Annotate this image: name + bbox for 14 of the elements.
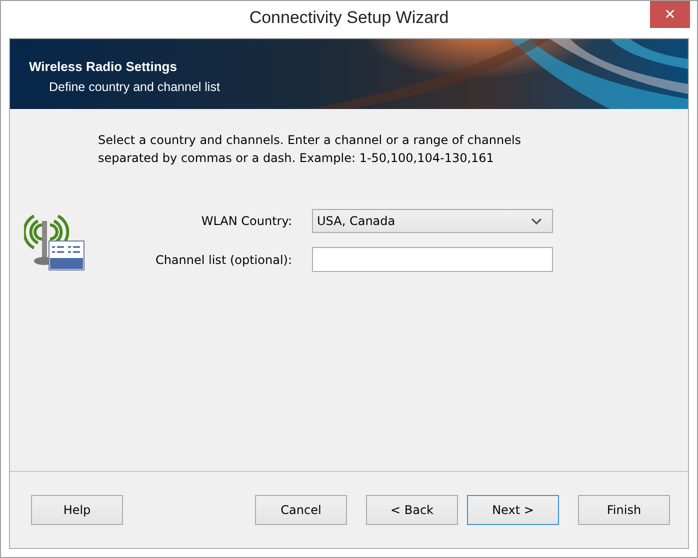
field-label: Channel list (optional): [154,252,292,266]
page-title: Wireless Radio Settings [29,59,177,74]
instructions-text: Select a country and channels. Enter a channel or a range of channels separated by commas or a dash. Example: 1-50,100,104-130,161 [98,132,522,167]
page-subtitle: Define country and channel list [49,80,220,94]
wizard-button[interactable]: Cancel [255,495,347,525]
wizard-button[interactable]: < Back [366,495,458,525]
help-button[interactable]: Help [31,495,123,525]
window-title: Connectivity Setup Wizard [249,8,449,28]
channel-list-field[interactable] [312,247,553,272]
country-dropdown[interactable]: USA, Canada [312,209,553,233]
field-label: WLAN Country: [200,214,292,228]
close-button[interactable]: ✕ [650,1,690,28]
wizard-button[interactable]: Finish [578,495,670,525]
wizard-button[interactable]: Next > [467,495,559,525]
